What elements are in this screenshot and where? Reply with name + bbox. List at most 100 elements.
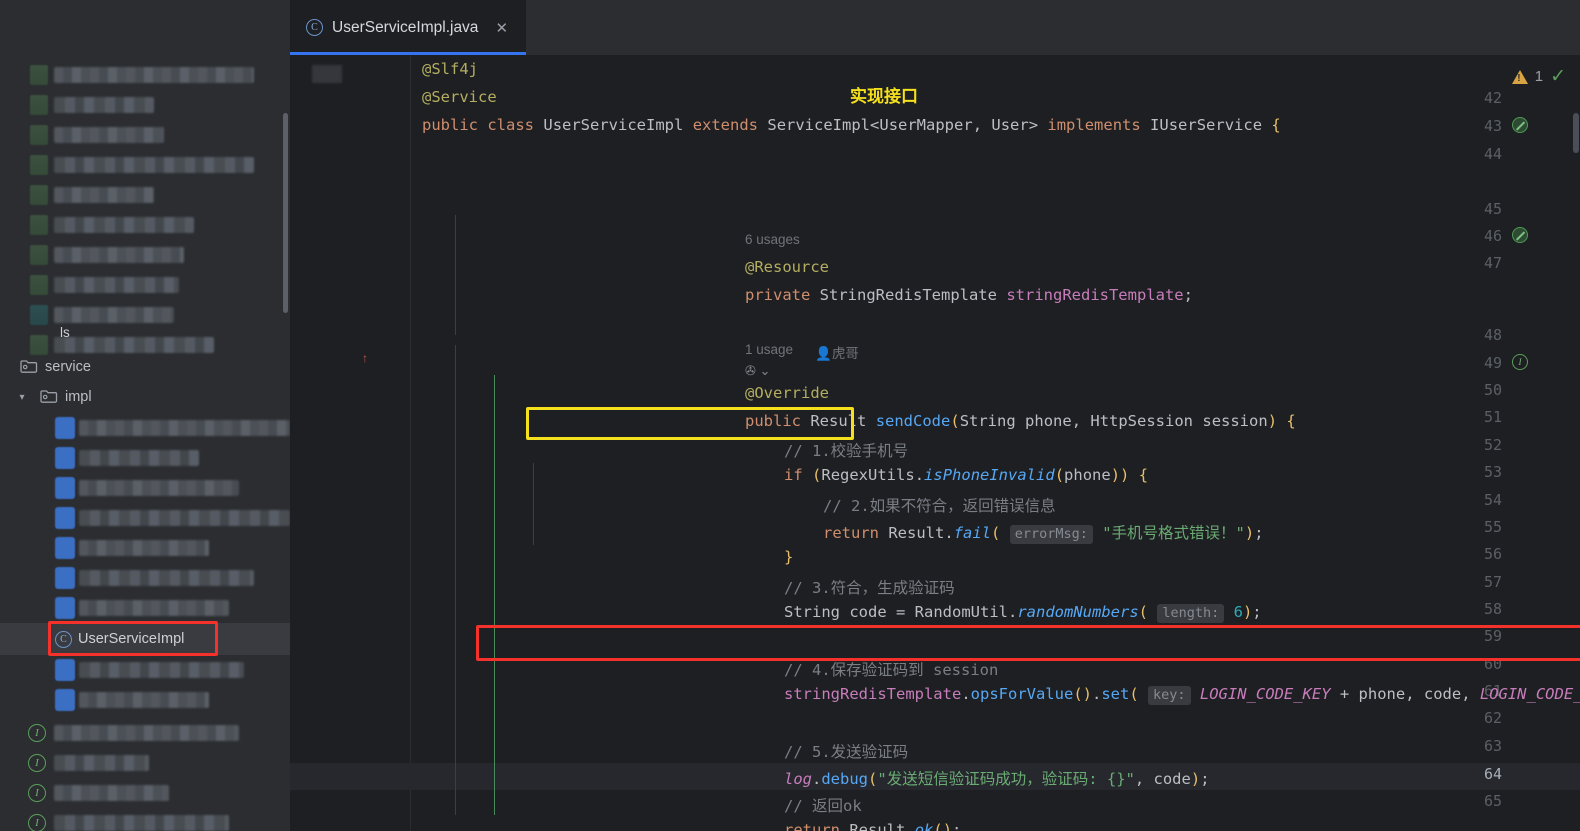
file-icon [30,305,48,325]
file-icon [30,95,48,115]
sidebar-item-userserviceimpl[interactable]: C UserServiceImpl [0,623,290,655]
censored-label [54,307,174,323]
list-item[interactable] [0,473,290,503]
list-item[interactable]: I [0,748,290,778]
sidebar-item-impl[interactable]: ▾ impl [0,382,290,412]
code-line[interactable]: log.debug("发送短信验证码成功，验证码: {}", code); [784,767,1210,789]
list-item[interactable] [0,300,290,330]
code-line-comment[interactable]: // 2.如果不符合，返回错误信息 [823,494,1056,516]
inlay-usages-field[interactable]: 6 usages [745,232,800,247]
line-number: 42 [1483,89,1502,107]
interface-icon: I [28,784,46,802]
code-line-comment[interactable]: // 4.保存验证码到 session [784,658,998,680]
list-item[interactable] [0,150,290,180]
list-item[interactable] [0,503,290,533]
code-line[interactable]: return Result.fail( errorMsg: "手机号格式错误！"… [823,521,1264,544]
list-item[interactable] [0,563,290,593]
sidebar-item-label: service [45,359,91,375]
line-number: 63 [1483,737,1502,755]
code-line[interactable]: String code = RandomUtil.randomNumbers( … [784,603,1262,623]
code-line[interactable]: return Result.ok(); [784,821,961,831]
tab-userserviceimpl[interactable]: C UserServiceImpl.java ✕ [290,0,527,55]
censored-label [79,450,199,466]
list-item[interactable] [0,685,290,715]
code-line[interactable]: @Resource [745,258,829,276]
bean-icon[interactable] [1512,227,1528,243]
code-line-comment[interactable]: // 3.符合，生成验证码 [784,576,955,598]
editor-tabbar[interactable]: C UserServiceImpl.java ✕ [290,0,1580,55]
close-icon[interactable]: ✕ [495,19,508,37]
list-item[interactable] [0,90,290,120]
list-item[interactable] [0,593,290,623]
inlay-author[interactable]: 👤虎哥 [815,342,859,362]
list-item[interactable] [0,120,290,150]
censored-label [54,247,184,263]
code-line[interactable]: public class UserServiceImpl extends Ser… [422,116,1281,134]
code-line-comment[interactable]: // 返回ok [784,794,862,816]
list-item[interactable]: I [0,718,290,748]
code-line[interactable]: } [784,548,793,566]
code-line[interactable]: @Slf4j [422,60,478,78]
indent-guide [455,215,456,335]
censored-label [79,662,244,678]
interface-icon: I [28,754,46,772]
file-icon [30,215,48,235]
vcs-annotate-icon[interactable]: ✇ ⌄ [745,363,770,379]
censored-gutter-label [312,65,342,83]
list-item[interactable] [0,210,290,240]
code-line[interactable]: if (RegexUtils.isPhoneInvalid(phone)) { [784,466,1148,484]
editor-pane[interactable]: C UserServiceImpl.java ✕ 42 43 44 45 46 … [290,0,1580,831]
implements-arrow-icon: ↑ [362,351,368,365]
code-line[interactable]: public Result sendCode(String phone, Htt… [745,412,1296,430]
list-item[interactable] [0,240,290,270]
line-number: 43 [1483,117,1502,135]
line-number: 56 [1483,545,1502,563]
implements-icon[interactable]: I [1512,354,1528,370]
checkmark-icon[interactable]: ✓ [1550,65,1566,88]
code-line-comment[interactable]: // 5.发送验证码 [784,740,908,762]
editor-gutter[interactable] [290,55,410,831]
project-sidebar[interactable]: ls service ▾ impl C UserServiceImpl I I … [0,0,290,831]
list-item[interactable] [0,270,290,300]
class-icon [55,689,75,711]
list-item[interactable] [0,60,290,90]
sidebar-item-service[interactable]: service [0,352,290,382]
file-icon [30,155,48,175]
sidebar-header [0,0,290,55]
inlay-usages-method[interactable]: 1 usage [745,342,793,357]
line-number: 50 [1483,381,1502,399]
list-item[interactable] [0,655,290,685]
line-number: 51 [1483,408,1502,426]
code-editor[interactable]: 42 43 44 45 46 47 48 49 50 51 52 53 54 5… [290,55,1580,831]
list-item[interactable]: I [0,778,290,808]
code-line[interactable]: private StringRedisTemplate stringRedisT… [745,286,1193,304]
interface-icon: I [28,814,46,831]
partial-tree-label: ls [60,325,70,340]
warning-count: 1 [1534,68,1544,85]
code-line[interactable]: @Service [422,88,497,106]
list-item[interactable]: I [0,808,290,831]
list-item[interactable] [0,443,290,473]
file-icon [30,275,48,295]
censored-label [54,815,229,831]
class-icon [55,507,75,529]
list-item[interactable] [0,180,290,210]
sidebar-scrollbar[interactable] [283,113,288,313]
warning-triangle-icon[interactable] [1511,69,1528,84]
code-line-comment[interactable]: // 1.校验手机号 [784,439,908,461]
list-item[interactable] [0,533,290,563]
code-line[interactable]: stringRedisTemplate.opsForValue().set( k… [784,685,1580,705]
list-item[interactable] [0,413,290,443]
class-icon [55,659,75,681]
class-icon: C [55,630,72,648]
censored-label [54,97,154,113]
censored-label [54,157,254,173]
code-line[interactable]: @Override [745,384,829,402]
project-tree[interactable]: ls service ▾ impl C UserServiceImpl I I … [0,55,290,831]
editor-scrollbar[interactable] [1573,113,1579,153]
bean-icon[interactable] [1512,117,1528,133]
inspection-status[interactable]: 1 ✓ [1511,65,1566,88]
censored-label [79,510,290,526]
annotation-note-yellow: 实现接口 [850,87,918,106]
interface-icon: I [28,724,46,742]
